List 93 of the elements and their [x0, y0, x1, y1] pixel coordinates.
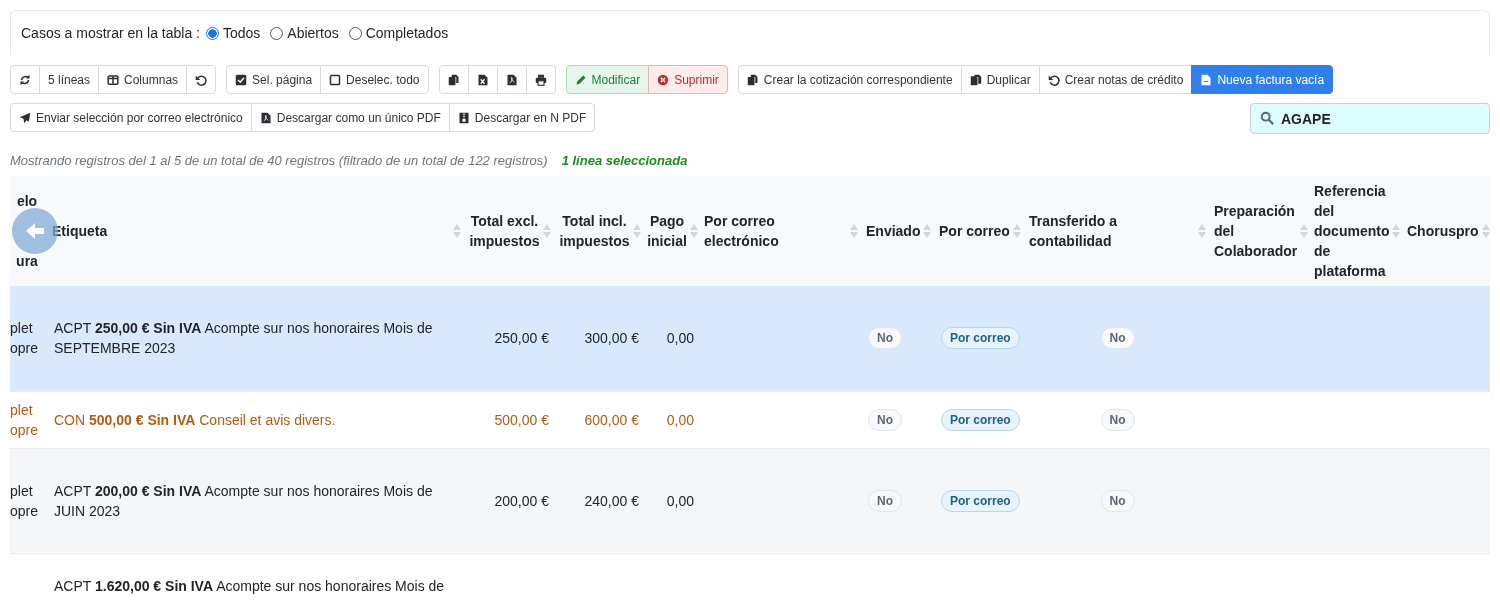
toolbar-button[interactable]: Descargar como un único PDF — [250, 103, 450, 132]
pdf-file-icon — [505, 73, 518, 86]
sort-icon — [689, 224, 698, 238]
radio-option[interactable]: Todos — [206, 25, 261, 41]
column-header[interactable]: ura — [14, 251, 40, 271]
amount-cell: 0,00 — [666, 411, 694, 428]
pdf-file-icon — [259, 111, 272, 124]
sort-icon — [1198, 224, 1206, 238]
sort-icon — [633, 224, 641, 238]
sort-icon — [1392, 224, 1401, 238]
radio-button[interactable] — [206, 26, 219, 40]
toolbar-button[interactable]: Crear la cotización correspondiente — [737, 65, 962, 94]
icon-button[interactable] — [186, 65, 217, 94]
amount-cell: 500,00 € — [494, 411, 549, 428]
printer-icon — [534, 73, 547, 86]
selection-count: 1 línea seleccionada — [561, 153, 688, 168]
paper-plane-icon — [19, 111, 31, 124]
status-badge: No — [868, 489, 902, 512]
search-field[interactable]: AGAPE — [1250, 103, 1490, 134]
toolbar-button[interactable]: Deselec. todo — [320, 65, 429, 94]
copy-icon — [447, 73, 460, 86]
undo-arrow-icon — [1047, 73, 1060, 86]
toolbar-button[interactable]: Columnas — [98, 65, 188, 94]
columns-icon — [107, 73, 120, 86]
radio-button[interactable] — [348, 26, 362, 40]
invoice-label: ACPT 200,00 € Sin IVA Acompte sur nos honoraires Mois de JUIN 2023 — [54, 482, 433, 519]
records-info: Mostrando registros del 1 al 5 de un total de 40 registros (filtrado de un total de 122 registros) — [10, 153, 548, 168]
table-cell-text: plet opre — [10, 400, 40, 440]
radio-option[interactable]: Completados — [348, 25, 449, 41]
icon-button[interactable] — [496, 65, 527, 94]
status-badge: Por correo — [941, 489, 1020, 512]
sort-icon — [1481, 224, 1490, 238]
status-badge: No — [868, 327, 902, 350]
x-circle-icon — [657, 73, 670, 86]
zip-file-icon — [457, 111, 470, 124]
undo-arrow-icon — [195, 73, 208, 86]
empty-box-icon — [329, 73, 342, 86]
amount-cell: 240,00 € — [584, 492, 639, 509]
amount-cell: 300,00 € — [584, 330, 639, 347]
table-cell-text: plet opre — [10, 319, 40, 359]
icon-button[interactable] — [10, 65, 40, 94]
column-header[interactable]: Choruspro — [1407, 221, 1479, 241]
radio-button[interactable] — [270, 26, 284, 40]
column-header[interactable]: elo — [14, 191, 40, 211]
search-icon — [1260, 111, 1274, 125]
refresh-icon — [19, 73, 31, 86]
duplicate-icon — [969, 73, 982, 86]
radio-option[interactable]: Abiertos — [270, 25, 339, 41]
status-badge: No — [1100, 489, 1135, 512]
column-header[interactable]: Etiqueta — [52, 221, 108, 241]
amount-cell: 250,00 € — [494, 330, 549, 347]
amount-cell: 200,00 € — [494, 492, 549, 509]
icon-button[interactable] — [438, 65, 469, 94]
icon-button[interactable] — [525, 65, 556, 94]
amount-cell: 0,00 — [666, 330, 694, 347]
sort-icon — [543, 224, 551, 238]
toolbar-button[interactable]: Duplicar — [960, 65, 1040, 94]
document-icon — [1200, 73, 1213, 86]
toolbar-button[interactable]: Suprimir — [648, 65, 728, 94]
table-cell-text: plet opre — [10, 481, 40, 521]
sort-icon — [850, 224, 858, 238]
pencil-icon — [574, 73, 587, 86]
sort-icon — [923, 224, 932, 238]
table-row[interactable]: plet opre ACPT 250,00 € Sin IVA Acompte sur nos honoraires Mois de SEPTEMBRE 2023 250,00 € 300,00 € 0,00 No Por correo No — [10, 286, 1490, 391]
column-header[interactable]: Por correo — [939, 221, 1010, 241]
toolbar-button[interactable]: Descargar en N PDF — [448, 103, 596, 132]
status-badge: Por correo — [941, 327, 1020, 350]
amount-cell: 600,00 € — [584, 411, 639, 428]
column-header[interactable]: Enviado — [866, 221, 921, 241]
sort-icon — [1013, 224, 1021, 238]
filter-label: Casos a mostrar en la tabla : — [21, 25, 200, 41]
toolbar-button[interactable]: Nueva factura vacía — [1191, 65, 1334, 94]
copy-icon — [746, 73, 759, 86]
invoice-label: ACPT 250,00 € Sin IVA Acompte sur nos honoraires Mois de SEPTEMBRE 2023 — [54, 320, 433, 357]
toolbar-button[interactable]: Modificar — [565, 65, 650, 94]
toolbar-button[interactable]: Sel. página — [226, 65, 322, 94]
amount-cell: 0,00 — [666, 492, 694, 509]
table-row[interactable]: plet opre CON 500,00 € Sin IVA Conseil et avis divers. 500,00 € 600,00 € 0,00 No Por correo No — [10, 391, 1490, 448]
invoice-label: CON 500,00 € Sin IVA Conseil et avis divers. — [54, 411, 336, 428]
checked-box-icon — [235, 73, 248, 86]
toolbar-button[interactable]: 5 líneas — [39, 65, 100, 94]
table-row[interactable]: plet opre ACPT 200,00 € Sin IVA Acompte sur nos honoraires Mois de JUIN 2023 200,00 € 240,00 € 0,00 No Por correo No — [10, 448, 1490, 553]
toolbar-button[interactable]: Crear notas de crédito — [1038, 65, 1193, 94]
sort-icon — [453, 224, 461, 238]
table-row[interactable]: ACPT 1.620,00 € Sin IVA Acompte sur nos honoraires Mois de — [10, 553, 1490, 604]
toolbar-button[interactable]: Enviar selección por correo electrónico — [10, 103, 252, 132]
status-badge: No — [1100, 408, 1135, 431]
icon-button[interactable] — [467, 65, 498, 94]
spreadsheet-file-icon — [476, 73, 489, 86]
status-badge: No — [1100, 327, 1135, 350]
invoice-label: ACPT 1.620,00 € Sin IVA Acompte sur nos honoraires Mois de — [54, 577, 445, 594]
status-badge: Por correo — [941, 408, 1020, 431]
status-badge: No — [868, 408, 902, 431]
